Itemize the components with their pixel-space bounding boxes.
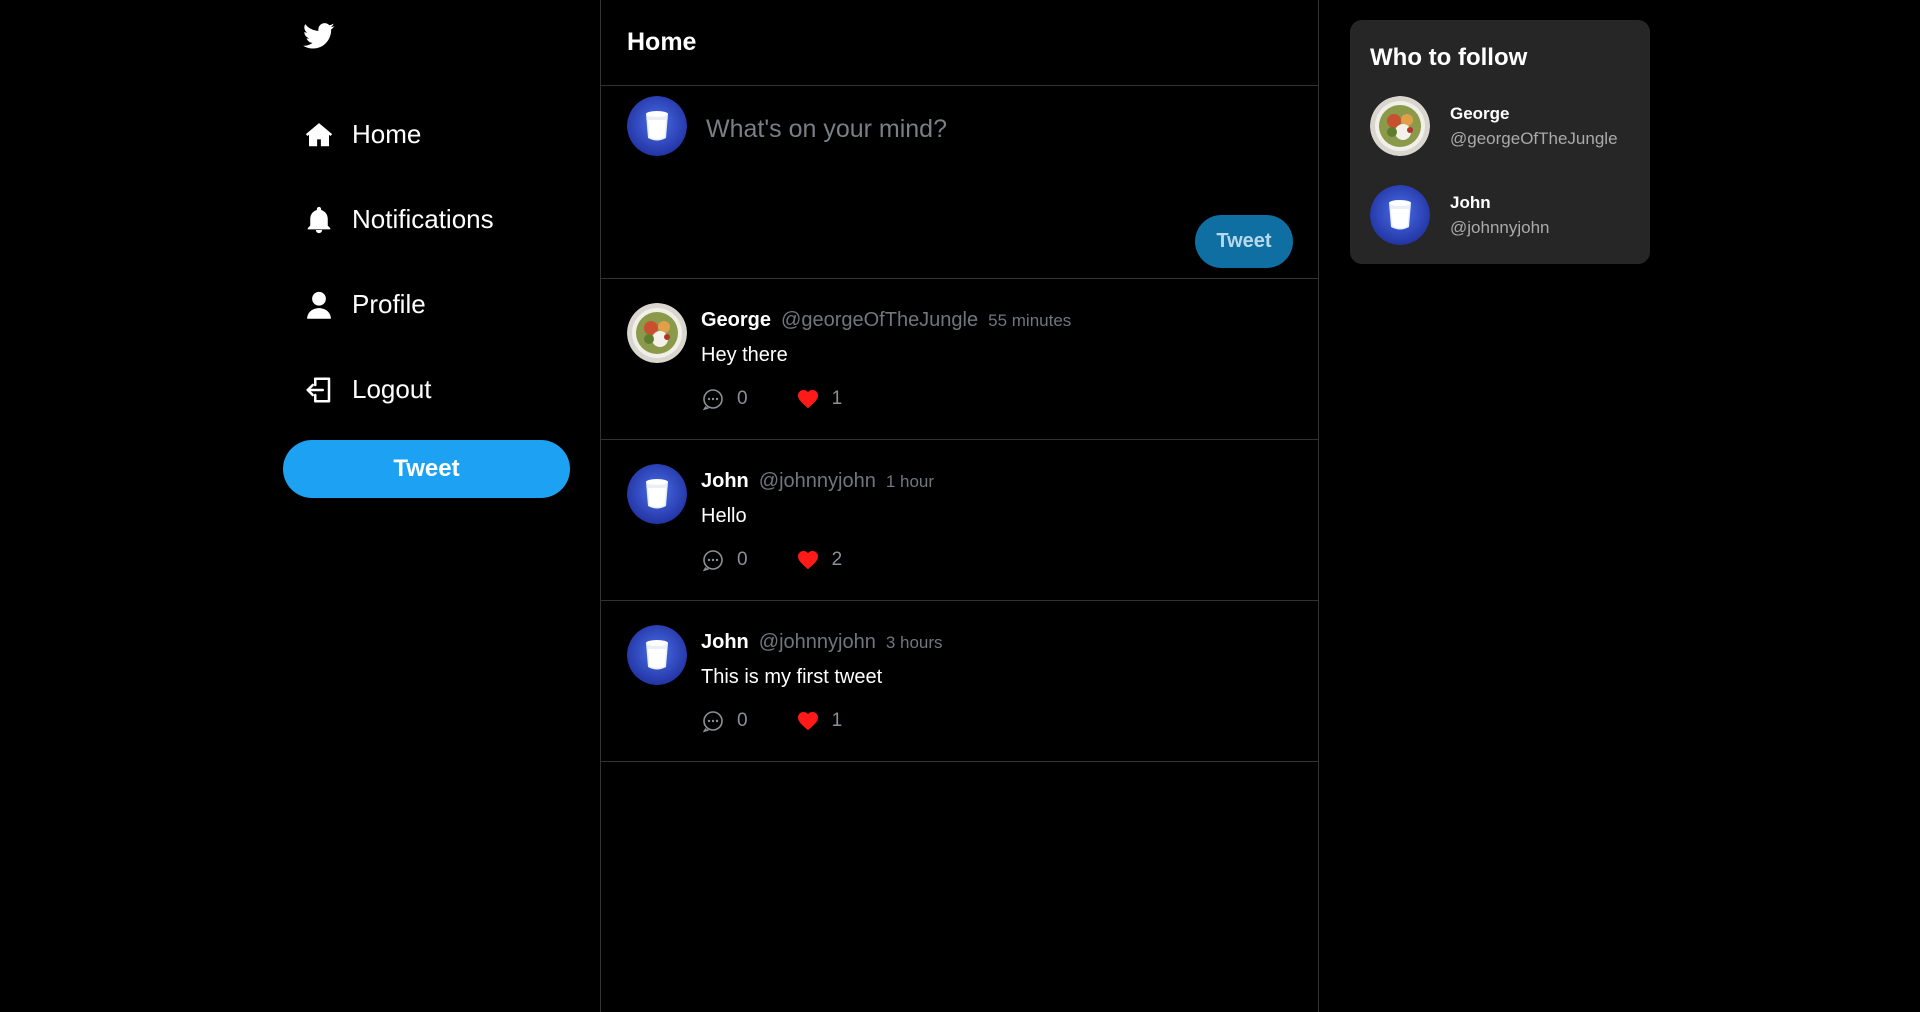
tweet-item[interactable]: John @johnnyjohn 1 hour Hello 0 2 <box>601 440 1318 601</box>
follow-suggestion[interactable]: George @georgeOfTheJungle <box>1370 96 1618 156</box>
bell-icon <box>303 204 335 236</box>
suggestion-name[interactable]: John <box>1450 193 1550 213</box>
nav-item-home[interactable]: Home <box>303 92 494 177</box>
main-nav: Home Notifications Profile Logout <box>303 92 494 432</box>
home-feed: Home Tweet George @georgeOfTheJungle 55 … <box>600 0 1319 1012</box>
reply-count: 0 <box>737 549 748 570</box>
composer-tweet-button[interactable]: Tweet <box>1195 215 1293 268</box>
tweet-author-name[interactable]: George <box>701 309 771 332</box>
comment-icon <box>702 550 723 572</box>
twitter-bird-icon[interactable] <box>303 20 335 52</box>
who-to-follow-card: Who to follow George @georgeOfTheJungle … <box>1350 20 1650 264</box>
avatar[interactable] <box>627 303 687 363</box>
tweet-author-handle[interactable]: @georgeOfTheJungle <box>781 309 978 332</box>
app-root: Home Notifications Profile Logout Tweet … <box>0 0 1920 1012</box>
like-button[interactable]: 2 <box>796 548 843 572</box>
tweet-author-name[interactable]: John <box>701 631 749 654</box>
comment-icon <box>702 711 723 733</box>
avatar[interactable] <box>627 96 687 156</box>
tweet-item[interactable]: George @georgeOfTheJungle 55 minutes Hey… <box>601 279 1318 440</box>
nav-label-logout: Logout <box>352 374 432 404</box>
nav-item-logout[interactable]: Logout <box>303 347 494 432</box>
tweet-timestamp: 3 hours <box>885 633 943 652</box>
like-button[interactable]: 1 <box>796 387 843 411</box>
tweet-author-handle[interactable]: @johnnyjohn <box>759 470 876 493</box>
avatar[interactable] <box>627 625 687 685</box>
tweet-timestamp: 55 minutes <box>988 311 1072 330</box>
follow-suggestion-info: George @georgeOfTheJungle <box>1450 104 1618 149</box>
page-title: Home <box>627 28 697 56</box>
heart-icon <box>797 390 818 409</box>
suggestion-handle[interactable]: @johnnyjohn <box>1450 218 1550 238</box>
heart-icon <box>797 551 818 570</box>
avatar[interactable] <box>1370 185 1430 245</box>
sidebar-tweet-button[interactable]: Tweet <box>283 440 570 498</box>
nav-item-profile[interactable]: Profile <box>303 262 494 347</box>
follow-suggestion[interactable]: John @johnnyjohn <box>1370 185 1550 245</box>
home-icon <box>303 119 335 151</box>
tweet-header: John @johnnyjohn 1 hour <box>701 470 934 493</box>
who-to-follow-title: Who to follow <box>1370 44 1528 71</box>
reply-count: 0 <box>737 710 748 731</box>
tweet-author-handle[interactable]: @johnnyjohn <box>759 631 876 654</box>
tweet-item[interactable]: John @johnnyjohn 3 hours This is my firs… <box>601 601 1318 762</box>
suggestion-name[interactable]: George <box>1450 104 1618 124</box>
avatar[interactable] <box>1370 96 1430 156</box>
like-count: 1 <box>831 710 843 731</box>
avatar[interactable] <box>627 464 687 524</box>
comment-icon <box>702 389 723 411</box>
tweet-actions: 0 1 <box>701 709 842 733</box>
suggestion-handle[interactable]: @georgeOfTheJungle <box>1450 129 1618 149</box>
tweet-actions: 0 2 <box>701 548 842 572</box>
tweet-header: George @georgeOfTheJungle 55 minutes <box>701 309 1071 332</box>
tweet-header: John @johnnyjohn 3 hours <box>701 631 943 654</box>
tweet-author-name[interactable]: John <box>701 470 749 493</box>
nav-label-home: Home <box>352 119 422 149</box>
nav-label-profile: Profile <box>352 289 426 319</box>
nav-item-notifications[interactable]: Notifications <box>303 177 494 262</box>
tweet-text: Hey there <box>701 344 788 366</box>
reply-count: 0 <box>737 388 748 409</box>
tweet-text: Hello <box>701 505 747 527</box>
feed-header: Home <box>601 0 1318 86</box>
like-count: 2 <box>831 549 843 570</box>
like-button[interactable]: 1 <box>796 709 843 733</box>
reply-button[interactable]: 0 <box>701 387 748 411</box>
reply-button[interactable]: 0 <box>701 709 748 733</box>
like-count: 1 <box>831 388 843 409</box>
tweet-actions: 0 1 <box>701 387 842 411</box>
tweet-composer: Tweet <box>601 86 1318 279</box>
follow-suggestion-info: John @johnnyjohn <box>1450 193 1550 238</box>
nav-label-notifications: Notifications <box>352 204 494 234</box>
heart-icon <box>797 712 818 731</box>
tweet-input[interactable] <box>706 104 1266 154</box>
tweet-timestamp: 1 hour <box>885 472 935 491</box>
tweet-text: This is my first tweet <box>701 666 883 688</box>
logout-icon <box>303 374 335 406</box>
reply-button[interactable]: 0 <box>701 548 748 572</box>
user-icon <box>303 289 335 321</box>
